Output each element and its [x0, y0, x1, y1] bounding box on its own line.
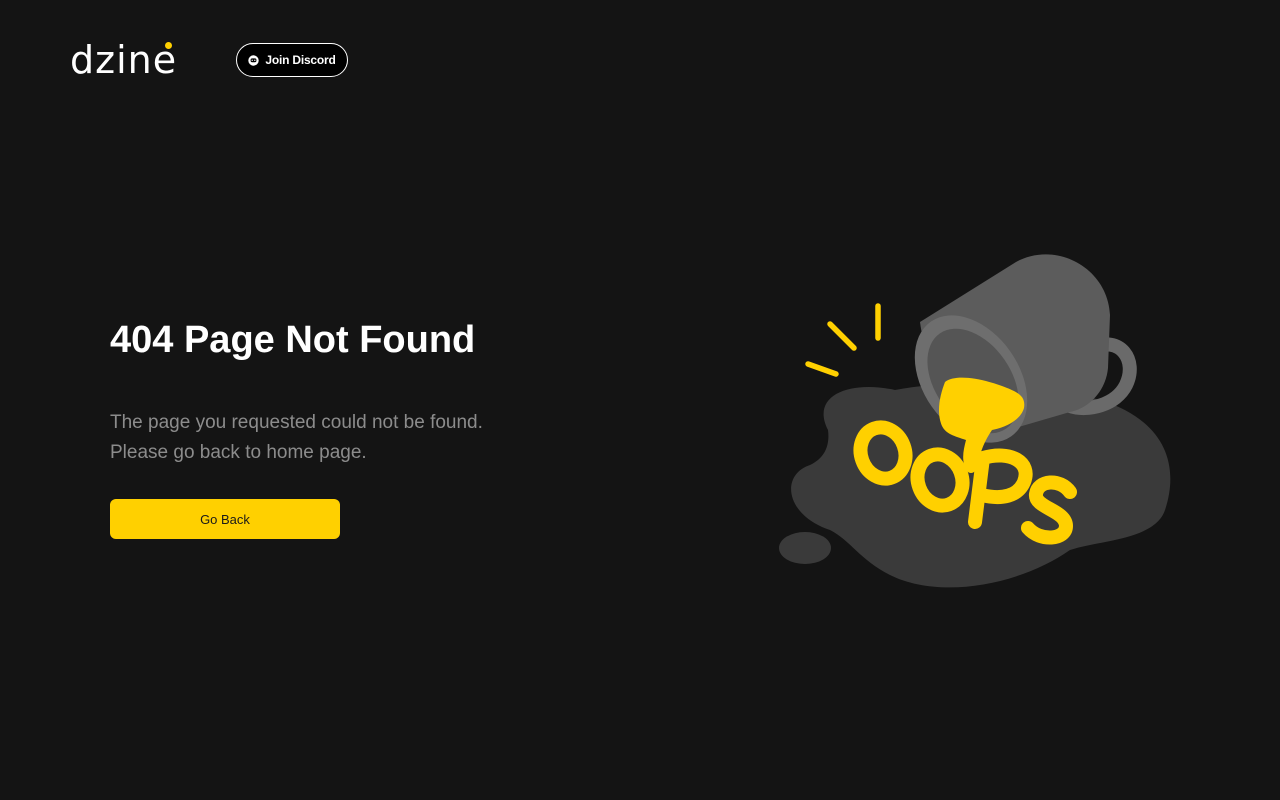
- splash-lines-icon: [805, 303, 881, 377]
- join-discord-button[interactable]: Join Discord: [236, 43, 348, 77]
- logo-accent-dot: [165, 42, 172, 49]
- droplet-puddle-icon: [779, 532, 831, 564]
- description-line-2: Please go back to home page.: [110, 442, 367, 463]
- logo-text: dzine: [70, 38, 178, 82]
- spilled-mug-illustration: [770, 240, 1180, 600]
- description: The page you requested could not be foun…: [110, 408, 630, 468]
- discord-icon: [248, 54, 260, 66]
- page-title: 404 Page Not Found: [110, 319, 476, 361]
- description-line-1: The page you requested could not be foun…: [110, 412, 483, 433]
- page: dzine Join Discord 404 Page Not Found Th…: [0, 0, 1280, 800]
- not-found-content: 404 Page Not Found The page you requeste…: [110, 314, 630, 539]
- header: dzine Join Discord: [70, 40, 348, 80]
- join-discord-label: Join Discord: [265, 53, 336, 67]
- go-back-button[interactable]: Go Back: [110, 499, 340, 539]
- dzine-logo[interactable]: dzine: [70, 40, 202, 80]
